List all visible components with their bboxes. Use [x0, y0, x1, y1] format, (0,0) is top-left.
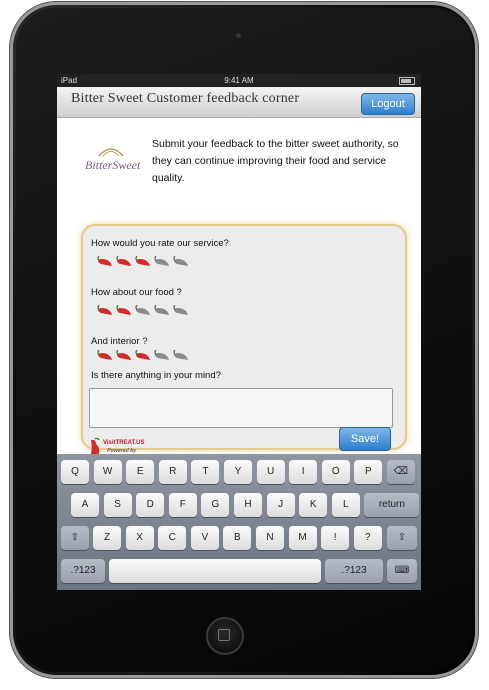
key-w[interactable]: W	[93, 460, 122, 484]
key-f[interactable]: F	[168, 493, 197, 517]
chili-filled-icon[interactable]	[97, 305, 113, 316]
chili-filled-icon[interactable]	[116, 305, 132, 316]
key-y[interactable]: Y	[224, 460, 252, 484]
key-l[interactable]: L	[331, 493, 360, 517]
status-bar: iPad 9:41 AM	[57, 74, 421, 87]
key-z[interactable]: Z	[93, 526, 121, 550]
backspace-key[interactable]: ⌫	[387, 460, 415, 484]
intro-text: Submit your feedback to the bitter sweet…	[152, 138, 399, 184]
key-k[interactable]: K	[299, 493, 328, 517]
key-d[interactable]: D	[136, 493, 165, 517]
key-u[interactable]: U	[256, 460, 285, 484]
chili-empty-icon[interactable]	[173, 350, 189, 361]
chili-empty-icon[interactable]	[154, 350, 170, 361]
key-o[interactable]: O	[321, 460, 350, 484]
space-key[interactable]	[109, 559, 321, 583]
numbers-left-key[interactable]: .?123	[61, 559, 105, 583]
question-interior-label: And interior ?	[91, 336, 148, 347]
key-q[interactable]: Q	[61, 460, 89, 484]
key-c[interactable]: C	[158, 526, 187, 550]
key-exclaim[interactable]: !	[321, 526, 350, 550]
logo-text: BitterSweet	[85, 158, 141, 172]
shift-left-key[interactable]: ⇧	[61, 526, 89, 550]
numbers-right-key[interactable]: .?123	[325, 559, 383, 583]
camera-icon	[236, 33, 241, 38]
rating-food[interactable]	[97, 305, 197, 317]
battery-icon	[399, 77, 415, 85]
key-j[interactable]: J	[266, 493, 295, 517]
key-b[interactable]: B	[223, 526, 252, 550]
chili-empty-icon[interactable]	[173, 256, 189, 267]
chili-filled-icon[interactable]	[116, 350, 132, 361]
status-time: 9:41 AM	[224, 76, 254, 85]
key-n[interactable]: N	[256, 526, 284, 550]
nav-bar: Bitter Sweet Customer feedback corner Lo…	[57, 87, 421, 118]
chili-filled-icon[interactable]	[97, 350, 113, 361]
key-p[interactable]: P	[354, 460, 383, 484]
ipad-screen: iPad 9:41 AM Bitter Sweet Customer feedb…	[57, 74, 421, 590]
rating-interior[interactable]	[97, 350, 197, 362]
key-t[interactable]: T	[191, 460, 220, 484]
key-question[interactable]: ?	[353, 526, 382, 550]
chili-empty-icon[interactable]	[154, 256, 170, 267]
logout-button[interactable]: Logout	[361, 93, 415, 115]
key-g[interactable]: G	[201, 493, 230, 517]
page-title: Bitter Sweet Customer feedback corner	[71, 91, 300, 106]
feedback-content: BitterSweet Submit your feedback to the …	[57, 118, 421, 458]
crown-ornament-icon	[98, 148, 124, 157]
chili-filled-icon[interactable]	[135, 256, 151, 267]
key-r[interactable]: R	[158, 460, 187, 484]
feedback-panel: How would you rate our service? How abou…	[81, 224, 407, 458]
hide-keyboard-key[interactable]: ⌨	[387, 559, 417, 583]
shift-right-key[interactable]: ⇧	[387, 526, 417, 550]
save-button[interactable]: Save!	[339, 427, 391, 451]
chili-empty-icon[interactable]	[154, 305, 170, 316]
return-key[interactable]: return	[364, 493, 420, 517]
chili-empty-icon[interactable]	[135, 305, 151, 316]
question-service-label: How would you rate our service?	[91, 238, 229, 249]
key-m[interactable]: M	[288, 526, 317, 550]
chili-empty-icon[interactable]	[173, 305, 189, 316]
home-button[interactable]	[206, 617, 244, 655]
chili-filled-icon[interactable]	[135, 350, 151, 361]
key-v[interactable]: V	[190, 526, 219, 550]
key-h[interactable]: H	[234, 493, 262, 517]
chili-filled-icon[interactable]	[116, 256, 132, 267]
rating-service[interactable]	[97, 256, 197, 268]
onscreen-keyboard: Q W E R T Y U I O P ⌫ A S D F G H J K Lreturn ⇧ Z X C V B N M!? ⇧ .?1…	[57, 454, 421, 590]
chili-filled-icon[interactable]	[97, 256, 113, 267]
comment-textarea[interactable]	[89, 388, 393, 428]
key-i[interactable]: I	[289, 460, 318, 484]
key-e[interactable]: E	[126, 460, 155, 484]
key-x[interactable]: X	[125, 526, 154, 550]
question-food-label: How about our food ?	[91, 287, 182, 298]
key-s[interactable]: S	[103, 493, 132, 517]
comment-label: Is there anything in your mind?	[91, 370, 221, 381]
key-a[interactable]: A	[71, 493, 99, 517]
bittersweet-logo: BitterSweet	[83, 144, 141, 180]
powered-brand: VisitTREAT.US	[103, 440, 145, 446]
